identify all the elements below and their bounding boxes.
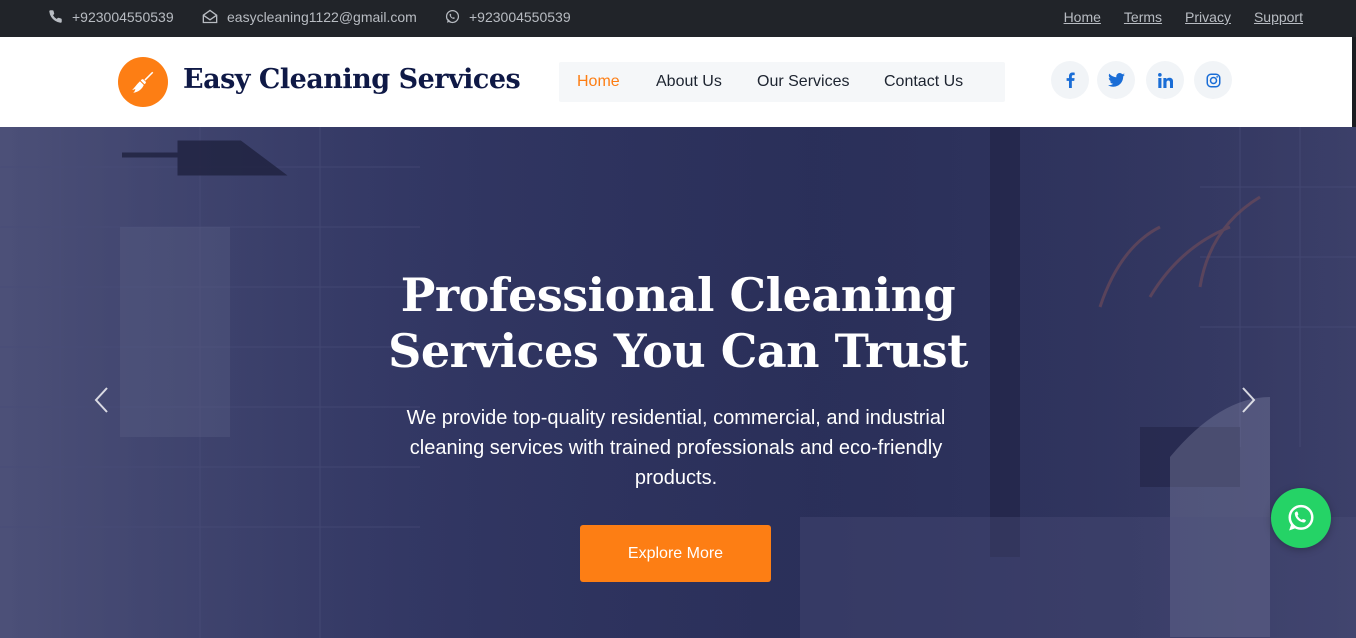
carousel-next-button[interactable]: [1234, 384, 1264, 416]
topbar-links: Home Terms Privacy Support: [1064, 0, 1303, 34]
topbar-link-home[interactable]: Home: [1064, 9, 1101, 25]
carousel-prev-button[interactable]: [86, 384, 116, 416]
topbar-phone: +923004550539: [48, 0, 174, 33]
chevron-left-icon: [94, 387, 108, 413]
hero-title-line-1: Professional Cleaning: [400, 268, 956, 322]
hero-title: Professional Cleaning Services You Can T…: [0, 267, 1356, 379]
window-scrollbar[interactable]: [1352, 37, 1356, 127]
broom-icon: [132, 71, 154, 93]
hero-subtitle: We provide top-quality residential, comm…: [406, 407, 946, 489]
topbar-whatsapp: +923004550539: [445, 0, 571, 33]
facebook-icon: [1066, 72, 1075, 88]
whatsapp-icon: [1288, 504, 1314, 531]
chevron-right-icon: [1242, 387, 1256, 413]
top-bar: +923004550539 easycleaning1122@gmail.com…: [0, 0, 1356, 37]
twitter-button[interactable]: [1097, 61, 1135, 99]
topbar-email-text: easycleaning1122@gmail.com: [227, 8, 417, 25]
topbar-link-privacy[interactable]: Privacy: [1185, 9, 1231, 25]
instagram-button[interactable]: [1194, 61, 1232, 99]
instagram-icon: [1206, 73, 1220, 87]
logo[interactable]: [118, 57, 168, 107]
site-header: Easy Cleaning Services Home About Us Our…: [0, 37, 1356, 127]
envelope-open-icon: [202, 9, 218, 24]
nav-item-our-services[interactable]: Our Services: [757, 73, 849, 91]
twitter-icon: [1107, 73, 1125, 87]
brand-name[interactable]: Easy Cleaning Services: [183, 64, 521, 95]
whatsapp-small-icon: [445, 9, 460, 24]
nav-item-home[interactable]: Home: [577, 73, 620, 91]
topbar-whatsapp-text: +923004550539: [469, 8, 571, 25]
hero-title-line-2: Services You Can Trust: [388, 324, 968, 378]
linkedin-icon: [1157, 72, 1173, 88]
topbar-link-support[interactable]: Support: [1254, 9, 1303, 25]
main-nav: Home About Us Our Services Contact Us: [559, 62, 1005, 102]
topbar-link-terms[interactable]: Terms: [1124, 9, 1162, 25]
topbar-phone-text: +923004550539: [72, 8, 174, 25]
explore-more-button[interactable]: Explore More: [580, 525, 771, 582]
whatsapp-float-button[interactable]: [1271, 488, 1331, 548]
nav-item-contact-us[interactable]: Contact Us: [884, 73, 963, 91]
topbar-email: easycleaning1122@gmail.com: [202, 0, 417, 33]
hero-carousel: Professional Cleaning Services You Can T…: [0, 127, 1356, 638]
linkedin-button[interactable]: [1146, 61, 1184, 99]
facebook-button[interactable]: [1051, 61, 1089, 99]
phone-icon: [49, 10, 62, 23]
nav-item-about-us[interactable]: About Us: [656, 73, 722, 91]
